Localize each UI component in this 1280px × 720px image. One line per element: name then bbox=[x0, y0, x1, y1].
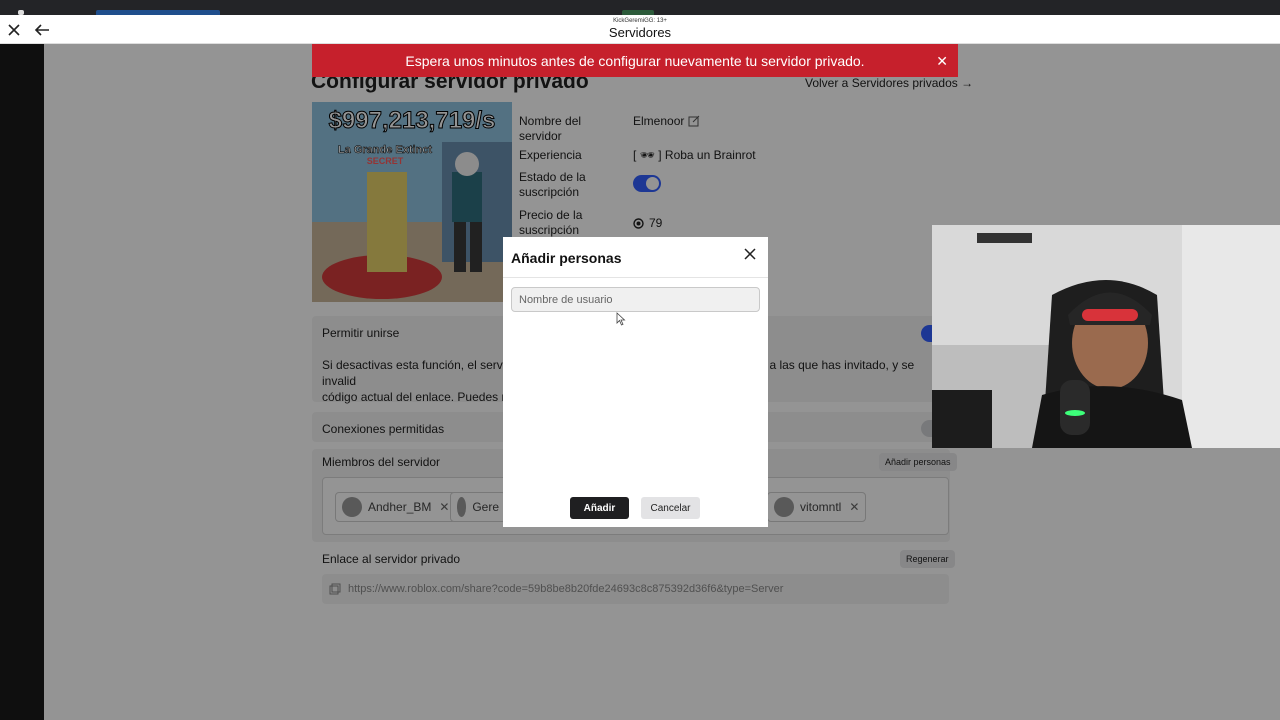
title-bar: KickGeremiGG: 13+ Servidores bbox=[0, 15, 1280, 44]
title-block: KickGeremiGG: 13+ Servidores bbox=[440, 17, 840, 41]
close-banner-icon[interactable]: ✕ bbox=[936, 53, 948, 70]
webcam-overlay bbox=[932, 225, 1280, 448]
cancel-button[interactable]: Cancelar bbox=[641, 497, 700, 519]
window-title: Servidores bbox=[608, 25, 672, 40]
banner-message: Espera unos minutos antes de configurar … bbox=[405, 52, 865, 69]
window-subtitle: KickGeremiGG: 13+ bbox=[613, 18, 667, 24]
username-input[interactable] bbox=[511, 287, 760, 312]
add-button[interactable]: Añadir bbox=[570, 497, 629, 519]
arrow-left-icon bbox=[34, 24, 49, 36]
close-icon[interactable] bbox=[743, 247, 757, 261]
dialog-divider bbox=[503, 277, 768, 278]
mouse-cursor-icon bbox=[616, 312, 626, 326]
top-strip bbox=[0, 0, 1280, 15]
close-icon bbox=[8, 24, 20, 36]
back-button[interactable] bbox=[30, 18, 54, 42]
dialog-title: Añadir personas bbox=[511, 250, 622, 266]
close-window-button[interactable] bbox=[2, 18, 26, 42]
warning-banner: Espera unos minutos antes de configurar … bbox=[312, 44, 958, 77]
add-people-dialog: Añadir personas Añadir Cancelar bbox=[503, 237, 768, 527]
